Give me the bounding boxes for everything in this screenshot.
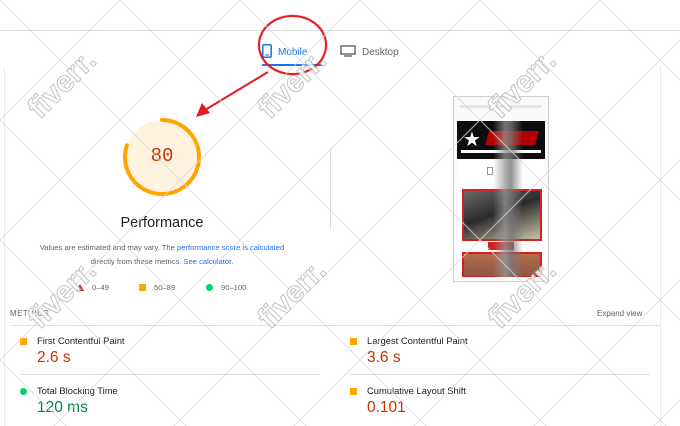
metric-value: 0.101 — [367, 399, 406, 416]
metric-title: Largest Contentful Paint — [367, 335, 468, 346]
triangle-icon — [76, 284, 84, 291]
metric-value: 2.6 s — [37, 349, 71, 366]
legend-pass-label: 90–100 — [221, 283, 247, 292]
metric-cumulative-layout-shift: Cumulative Layout Shift 0.101 — [350, 385, 650, 421]
metric-row-divider — [20, 374, 320, 375]
thumbnail-screen: ★ — [457, 121, 545, 277]
pass-circle-icon — [20, 388, 27, 395]
legend-pass: 90–100 — [206, 283, 246, 292]
score-description: Values are estimated and may vary. The p… — [22, 241, 302, 269]
legend-fail: 0–49 — [76, 283, 109, 292]
performance-score-link[interactable]: performance score is calculated — [177, 243, 284, 252]
desc-text-2: directly from these metrics. — [90, 257, 184, 266]
metric-title: Cumulative Layout Shift — [367, 385, 467, 396]
page-screenshot-thumbnail: ★ — [453, 96, 549, 282]
metric-first-contentful-paint: First Contentful Paint 2.6 s — [20, 335, 320, 371]
metric-total-blocking-time: Total Blocking Time 120 ms — [20, 385, 320, 421]
thumbnail-toolbar — [460, 105, 542, 108]
average-square-icon — [350, 388, 357, 395]
metric-largest-contentful-paint: Largest Contentful Paint 3.6 s — [350, 335, 650, 371]
metric-title: First Contentful Paint — [37, 335, 125, 346]
average-square-icon — [20, 338, 27, 345]
metrics-heading: METRICS — [10, 309, 50, 318]
metrics-divider — [10, 325, 660, 326]
square-icon — [139, 284, 146, 291]
star-icon: ★ — [463, 129, 481, 151]
legend-average: 50–89 — [139, 283, 175, 292]
expand-view-button[interactable]: Expand view — [597, 309, 642, 318]
calculator-link[interactable]: See calculator. — [184, 257, 234, 266]
metric-value: 3.6 s — [367, 349, 401, 366]
score-title: Performance — [120, 215, 204, 231]
blur-overlay — [493, 121, 523, 277]
circle-icon — [206, 284, 213, 291]
score-value: 80 — [150, 145, 174, 167]
metric-value: 120 ms — [37, 399, 88, 416]
metric-title: Total Blocking Time — [37, 385, 118, 396]
average-square-icon — [350, 338, 357, 345]
metric-row-divider — [350, 374, 650, 375]
desc-text-1: Values are estimated and may vary. The — [39, 243, 177, 252]
legend-fail-label: 0–49 — [92, 283, 109, 292]
vertical-divider — [330, 150, 331, 230]
legend-average-label: 50–89 — [154, 283, 176, 292]
